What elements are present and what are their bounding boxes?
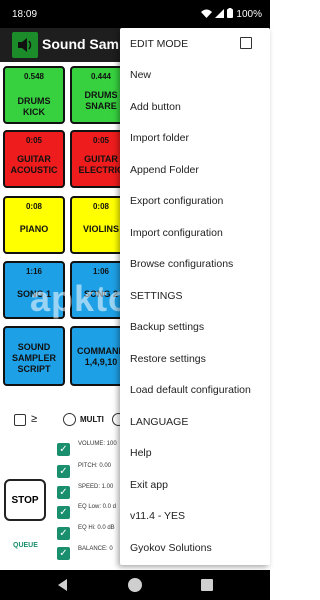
battery-icon	[227, 8, 234, 21]
eq-low-label: EQ Low: 0.0 d	[78, 504, 117, 510]
menu-append-folder[interactable]: Append Folder	[130, 164, 199, 176]
status-time: 18:09	[12, 9, 38, 20]
menu-new[interactable]: New	[130, 69, 151, 81]
navigation-bar	[0, 570, 270, 600]
menu-load-default-configuration[interactable]: Load default configuration	[130, 384, 251, 396]
overflow-menu: EDIT MODE New Add button Import folder A…	[120, 28, 270, 565]
multi-label: MULTI	[80, 415, 104, 424]
wifi-icon	[201, 9, 213, 21]
menu-backup-settings[interactable]: Backup settings	[130, 321, 204, 333]
pad-value: 0:05	[25, 136, 42, 145]
eq-hi-label: EQ Hi: 0.0 dB	[78, 525, 115, 531]
speed-label: SPEED: 1.00	[78, 484, 114, 490]
home-icon[interactable]	[128, 578, 142, 592]
menu-edit-mode[interactable]: EDIT MODE	[130, 38, 188, 50]
menu-exit-app[interactable]: Exit app	[130, 479, 168, 491]
pad-value: 1:16	[25, 267, 42, 276]
compare-checkbox[interactable]	[14, 414, 26, 426]
menu-import-configuration[interactable]: Import configuration	[130, 227, 223, 239]
menu-import-folder[interactable]: Import folder	[130, 132, 189, 144]
signal-icon	[215, 8, 225, 21]
pad-label: GUITAR ACOUSTIC	[10, 154, 58, 175]
recent-apps-icon[interactable]	[201, 579, 213, 591]
menu-export-configuration[interactable]: Export configuration	[130, 195, 223, 207]
menu-browse-configurations[interactable]: Browse configurations	[130, 258, 233, 270]
pad-label: SOUND SAMPLER SCRIPT	[11, 342, 56, 374]
speaker-icon	[12, 32, 38, 58]
balance-label: BALANCE: 0	[78, 546, 113, 552]
pad-piano[interactable]: 0:08 PIANO	[3, 196, 65, 254]
battery-percent: 100%	[236, 9, 262, 20]
pad-label: SONG 1	[16, 289, 51, 299]
pad-value: 0:08	[25, 202, 42, 211]
pad-song-1[interactable]: 1:16 SONG 1	[3, 261, 65, 319]
pad-label: DRUMS KICK	[17, 96, 51, 117]
ge-symbol: ≥	[31, 413, 38, 425]
menu-help[interactable]: Help	[130, 447, 152, 459]
volume-checkbox[interactable]: ✓	[57, 443, 70, 456]
speed-checkbox[interactable]: ✓	[57, 486, 70, 499]
queue-label[interactable]: QUEUE	[13, 542, 38, 549]
menu-version[interactable]: v11.4 - YES	[130, 510, 185, 522]
menu-restore-settings[interactable]: Restore settings	[130, 353, 206, 365]
volume-label: VOLUME: 100	[78, 441, 117, 447]
pad-sound-sampler-script[interactable]: SOUND SAMPLER SCRIPT	[3, 326, 65, 386]
pad-guitar-acoustic[interactable]: 0:05 GUITAR ACOUSTIC	[3, 130, 65, 188]
status-icons: 100%	[201, 8, 262, 21]
pad-value: 0.548	[23, 72, 45, 81]
pitch-label: PITCH: 0.00	[78, 463, 112, 469]
menu-add-button[interactable]: Add button	[130, 101, 181, 113]
eq-low-checkbox[interactable]: ✓	[57, 506, 70, 519]
eq-hi-checkbox[interactable]: ✓	[57, 527, 70, 540]
back-icon[interactable]	[58, 579, 67, 591]
stop-button[interactable]: STOP	[4, 479, 46, 521]
pad-label: PIANO	[19, 224, 49, 234]
menu-language[interactable]: LANGUAGE	[130, 416, 188, 428]
balance-checkbox[interactable]: ✓	[57, 547, 70, 560]
pitch-checkbox[interactable]: ✓	[57, 465, 70, 478]
multi-radio[interactable]	[63, 413, 76, 426]
edit-mode-checkbox[interactable]	[240, 37, 252, 49]
menu-settings[interactable]: SETTINGS	[130, 290, 183, 302]
status-bar: 18:09 100%	[0, 0, 270, 28]
menu-developer[interactable]: Gyokov Solutions	[130, 542, 212, 554]
pad-drums-kick[interactable]: 0.548 DRUMS KICK	[3, 66, 65, 124]
